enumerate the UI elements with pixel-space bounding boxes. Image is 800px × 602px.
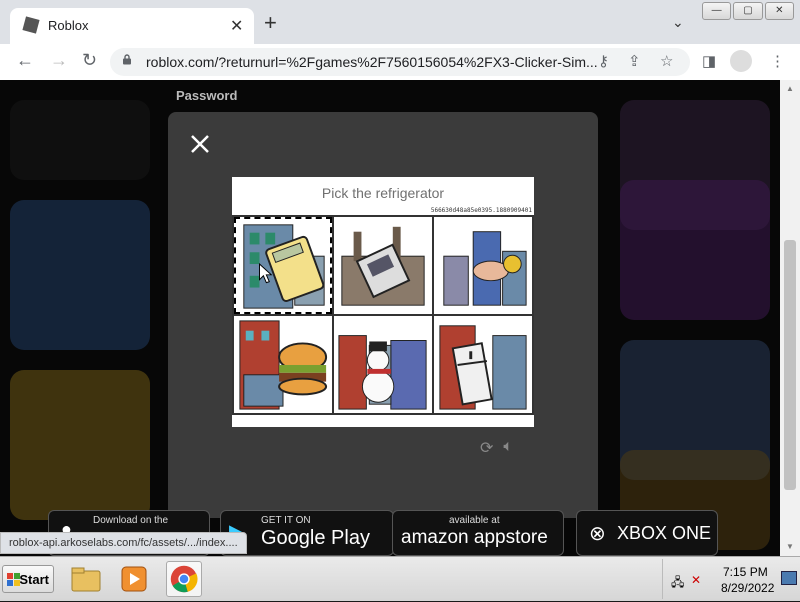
captcha-modal: Pick the refrigerator 566630d48a85e0395.… [168, 112, 598, 518]
share-icon[interactable]: ⇪ [628, 52, 641, 70]
machine-factory-icon [341, 226, 425, 306]
windows-flag-icon [7, 573, 20, 586]
roblox-favicon-icon [22, 16, 40, 34]
captcha-tile-factory[interactable] [333, 216, 433, 315]
tab-roblox[interactable]: Roblox ✕ [10, 8, 254, 44]
captcha-tile-burger[interactable] [233, 315, 333, 414]
captcha-panel: Pick the refrigerator 566630d48a85e0395.… [232, 177, 534, 427]
minimize-button[interactable]: — [702, 2, 732, 20]
xbox-badge[interactable]: ⊗ XBOX ONE [576, 510, 718, 556]
profile-avatar[interactable] [730, 50, 752, 72]
tab-title: Roblox [48, 18, 89, 33]
captcha-actions: ⟳ 🔈︎ [480, 438, 513, 458]
google-badge-big-text: Google Play [261, 527, 370, 549]
scroll-up-icon[interactable]: ▲ [786, 84, 794, 93]
maximize-button[interactable]: ▢ [733, 2, 763, 20]
page-scrollbar[interactable]: ▲ ▼ [780, 80, 800, 556]
menu-kebab-icon[interactable]: ⋮ [770, 52, 785, 70]
reload-icon[interactable]: ↻ [82, 50, 97, 71]
captcha-tile-refrigerator[interactable] [433, 315, 533, 414]
back-arrow-icon[interactable]: ← [16, 50, 34, 71]
volume-muted-icon[interactable]: ✕ [691, 573, 701, 587]
captcha-token: 566630d48a85e0395.1880909401 [430, 207, 532, 214]
lock-icon [123, 54, 131, 65]
folder-icon [71, 567, 101, 592]
taskbar-chrome[interactable] [166, 561, 202, 597]
scroll-down-icon[interactable]: ▼ [786, 542, 794, 551]
link-status-bubble: roblox-api.arkoselabs.com/fc/assets/.../… [0, 532, 247, 554]
snowman-building-icon [338, 335, 427, 410]
burger-building-icon [239, 320, 328, 410]
taskbar: Start 🖧︎ ✕ 7:15 PM 8/29/2022 [0, 556, 800, 601]
key-icon[interactable]: ⚷ [598, 52, 609, 70]
taskbar-explorer[interactable] [68, 561, 104, 597]
captcha-grid [232, 215, 534, 415]
captcha-tile-calculator[interactable] [233, 216, 333, 315]
scrollbar-thumb[interactable] [784, 240, 796, 490]
close-icon[interactable] [188, 132, 212, 156]
xbox-icon: ⊗ [589, 523, 606, 545]
refresh-icon[interactable]: ⟳ [480, 438, 493, 458]
amazon-appstore-badge[interactable]: available at amazon appstore [392, 510, 564, 556]
chrome-icon [170, 565, 198, 593]
media-player-icon [121, 566, 147, 592]
tab-search-chevron-icon[interactable]: ⌄ [672, 14, 684, 31]
side-panel-icon[interactable]: ◨ [702, 52, 716, 70]
money-hand-city-icon [443, 231, 527, 306]
system-tray: 🖧︎ ✕ 7:15 PM 8/29/2022 [662, 559, 799, 599]
close-window-button[interactable]: ✕ [764, 2, 794, 20]
google-badge-small-text: GET IT ON [261, 515, 311, 526]
taskbar-media-player[interactable] [116, 561, 152, 597]
captcha-prompt: Pick the refrigerator [321, 185, 445, 201]
apple-badge-small-text: Download on the [93, 515, 169, 526]
clock-date[interactable]: 8/29/2022 [721, 581, 774, 595]
amazon-badge-big-text: amazon appstore [401, 527, 548, 548]
window-controls: — ▢ ✕ [702, 2, 794, 20]
amazon-badge-small-text: available at [449, 515, 500, 526]
bookmark-star-icon[interactable]: ☆ [660, 52, 673, 70]
tab-bar: Roblox ✕ + ⌄ — ▢ ✕ [0, 0, 800, 44]
browser-toolbar: ← → ↻ roblox.com/?returnurl=%2Fgames%2F7… [0, 44, 800, 81]
network-icon[interactable]: 🖧︎ [671, 573, 684, 594]
address-bar[interactable]: roblox.com/?returnurl=%2Fgames%2F7560156… [110, 48, 690, 76]
url-text: roblox.com/?returnurl=%2Fgames%2F7560156… [146, 54, 598, 70]
clock-time[interactable]: 7:15 PM [723, 565, 768, 579]
audio-icon[interactable]: 🔈︎ [503, 438, 513, 458]
captcha-tile-money[interactable] [433, 216, 533, 315]
captcha-tile-snowman[interactable] [333, 315, 433, 414]
tab-close-icon[interactable]: ✕ [230, 16, 243, 36]
new-tab-button[interactable]: + [264, 12, 277, 34]
xbox-badge-text: XBOX ONE [617, 523, 712, 543]
start-button[interactable]: Start [2, 565, 54, 593]
password-label: Password [176, 88, 238, 103]
start-label: Start [19, 572, 49, 587]
calculator-building-icon [243, 224, 325, 309]
forward-arrow-icon[interactable]: → [50, 50, 68, 71]
show-desktop-icon[interactable] [781, 571, 797, 585]
refrigerator-building-icon [439, 325, 527, 410]
